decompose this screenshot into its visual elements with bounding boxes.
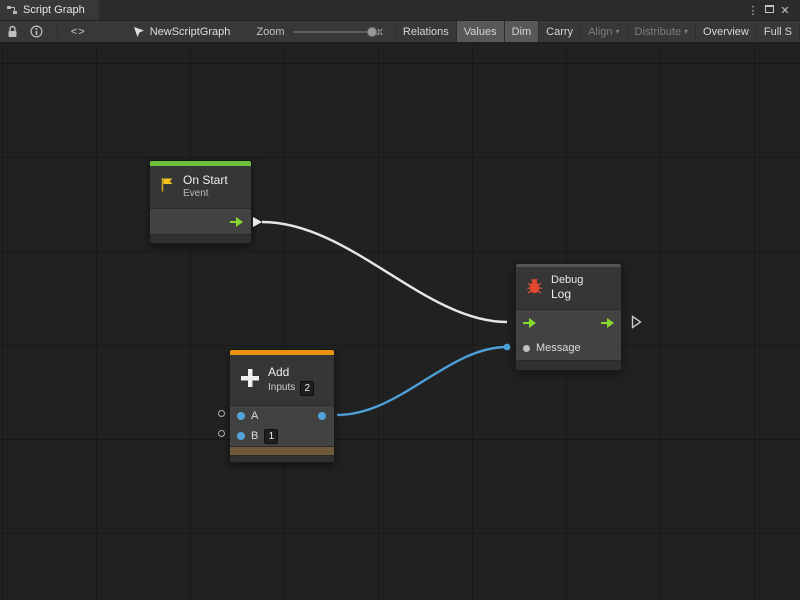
output-port-sum[interactable]	[318, 412, 326, 420]
graph-canvas[interactable]: On Start Event	[0, 44, 800, 600]
unconnected-value-indicator-a[interactable]	[218, 410, 225, 417]
node-subtitle: Log	[551, 287, 583, 302]
flow-output-port[interactable]	[230, 217, 243, 227]
window-controls: ⋮ ✕	[745, 4, 800, 17]
tab-script-graph[interactable]: Script Graph	[0, 0, 99, 20]
node-on-start[interactable]: On Start Event	[149, 160, 252, 244]
toolbar-button-distribute[interactable]: Distribute ▾	[627, 21, 695, 42]
maximize-icon[interactable]	[761, 4, 777, 16]
port-label-b: B	[251, 430, 258, 442]
toolbar-button-carry[interactable]: Carry	[538, 21, 580, 42]
wire-layer	[0, 44, 800, 600]
graph-asset-icon	[133, 26, 145, 38]
node-title: On Start	[183, 173, 228, 188]
node-title: Add	[268, 365, 314, 380]
zoom-slider[interactable]	[293, 20, 367, 43]
inputs-label: Inputs	[268, 382, 295, 395]
zoom-slider-handle[interactable]	[367, 27, 377, 37]
message-input-port[interactable]	[523, 345, 530, 352]
toolbar-button-fullscreen[interactable]: Full S	[756, 21, 800, 42]
wire-add-to-message[interactable]	[337, 347, 507, 415]
toolbar-button-dim[interactable]: Dim	[504, 21, 539, 42]
flow-input-port[interactable]	[523, 318, 536, 328]
connection-start-nub	[253, 217, 262, 227]
wire-onstart-to-log[interactable]	[262, 222, 507, 322]
unconnected-value-indicator-b[interactable]	[218, 430, 225, 437]
wire-endpoint-dot	[504, 344, 511, 351]
inputs-count-field[interactable]: 2	[300, 381, 314, 396]
port-label-message: Message	[536, 342, 581, 354]
close-icon[interactable]: ✕	[777, 4, 793, 17]
toolbar-separator	[57, 24, 58, 39]
node-subtitle: Event	[183, 188, 228, 201]
script-graph-icon	[6, 4, 18, 16]
unconnected-flow-indicator[interactable]	[631, 315, 642, 334]
toolbar-button-align[interactable]: Align ▾	[580, 21, 626, 42]
node-add[interactable]: Add Inputs 2 A B 1	[229, 349, 335, 463]
window-titlebar: Script Graph ⋮ ✕	[0, 0, 800, 20]
window-menu-icon[interactable]: ⋮	[745, 4, 761, 17]
flag-icon	[159, 176, 176, 198]
node-title: Debug	[551, 274, 583, 288]
toolbar-button-values[interactable]: Values	[456, 21, 504, 42]
graph-toolbar: <> NewScriptGraph Zoom 1x Relations Valu…	[0, 20, 800, 43]
port-label-a: A	[251, 410, 258, 422]
input-port-a[interactable]	[237, 412, 245, 420]
edit-source-icon[interactable]: <>	[66, 24, 91, 40]
chevron-down-icon: ▾	[684, 27, 688, 36]
plus-icon	[239, 367, 261, 394]
toolbar-button-overview[interactable]: Overview	[695, 21, 756, 42]
node-debug-log[interactable]: Debug Log Message	[515, 263, 622, 371]
bug-icon	[525, 276, 544, 300]
info-icon[interactable]	[30, 25, 43, 38]
tab-title: Script Graph	[23, 4, 85, 16]
toolbar-button-relations[interactable]: Relations	[395, 21, 456, 42]
zoom-label: Zoom	[256, 26, 284, 38]
node-footer-accent	[230, 446, 334, 455]
toolbar-buttons: Relations Values Dim Carry Align ▾ Distr…	[395, 21, 800, 42]
input-port-b[interactable]	[237, 432, 245, 440]
lock-icon[interactable]	[7, 25, 18, 38]
graph-breadcrumb[interactable]: NewScriptGraph	[150, 26, 231, 38]
port-b-value-field[interactable]: 1	[264, 429, 278, 444]
flow-output-port[interactable]	[601, 318, 614, 328]
chevron-down-icon: ▾	[616, 27, 620, 36]
